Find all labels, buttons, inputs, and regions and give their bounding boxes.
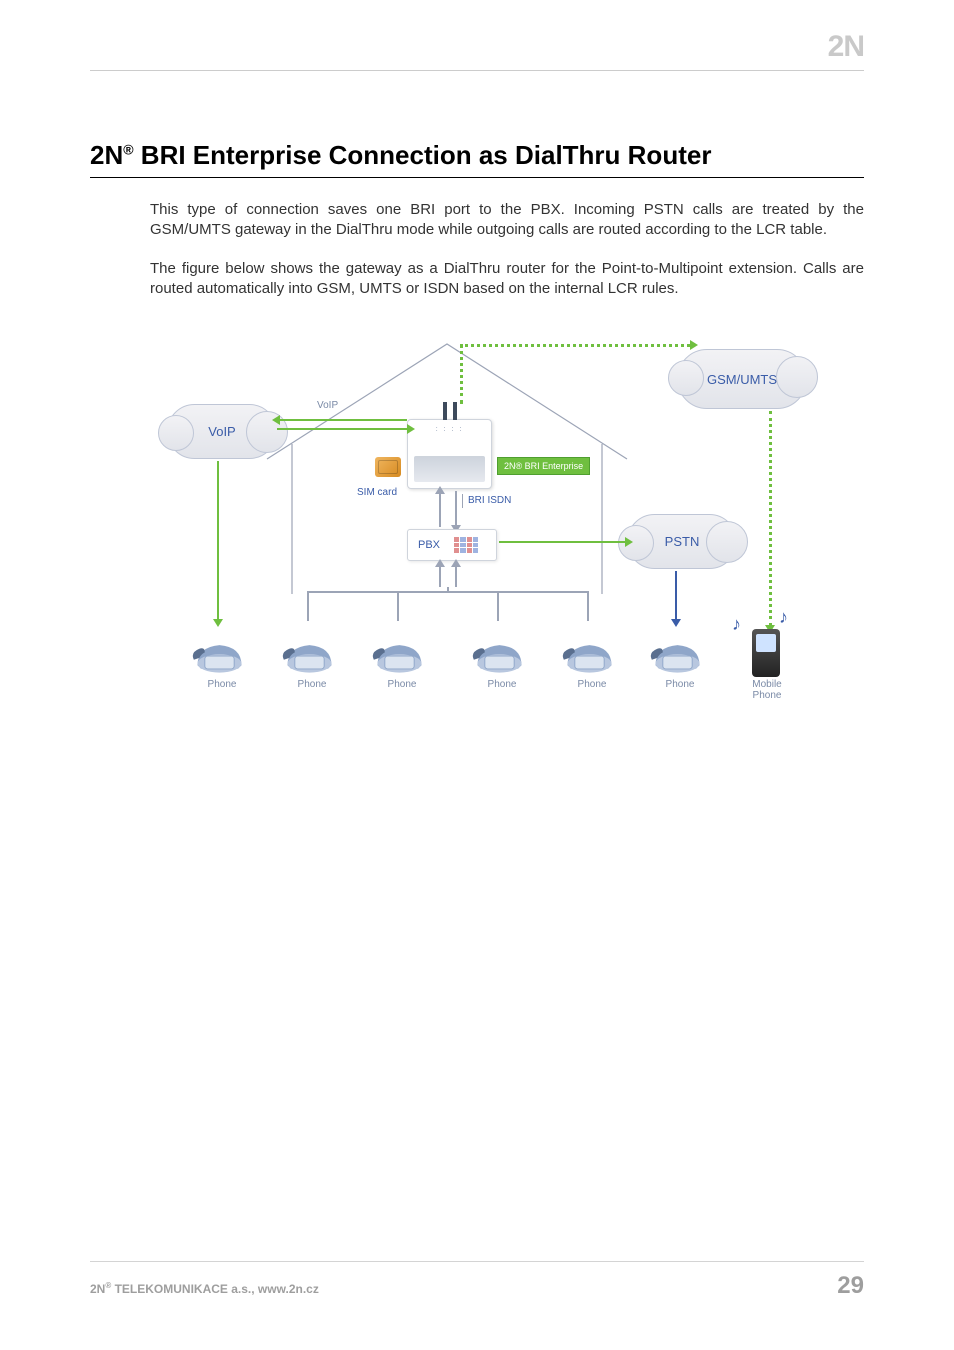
bri-isdn-label: BRI ISDN (462, 494, 511, 508)
pbx-label: PBX (418, 539, 440, 551)
gw-pbx-arrow-up (435, 486, 445, 494)
footer-brand: 2N (90, 1282, 105, 1296)
gateway-badge: 2N® BRI Enterprise (497, 457, 590, 475)
phone-pbx-4 (562, 624, 617, 679)
phone-pbx-4-label: Phone (562, 679, 622, 690)
phone-drop-3 (497, 591, 499, 621)
paragraph-2: The figure below shows the gateway as a … (150, 259, 864, 300)
voip-link-top (277, 419, 407, 421)
music-note-2: ♪ (779, 607, 788, 628)
cloud-gsm-umts: GSM/UMTS (677, 349, 807, 409)
cloud-pstn: PSTN (627, 514, 737, 569)
phone-pstn (650, 624, 705, 679)
brand-logo: 2N (828, 30, 864, 64)
sim-card-icon (375, 457, 401, 477)
footer-company: 2N® TELEKOMUNIKACE a.s., www.2n.cz (90, 1281, 319, 1296)
phone-bus-join (447, 587, 449, 591)
pbx-up-arrow-2 (451, 559, 461, 567)
music-note-1: ♪ (732, 614, 741, 635)
sim-label: SIM card (357, 487, 397, 498)
gateway-leds: : : : : (436, 426, 464, 433)
phone-drop-4 (587, 591, 589, 621)
mobile-phone-icon (752, 629, 780, 677)
gsm-uplink-arrow (690, 340, 698, 350)
phone-drop-2 (397, 591, 399, 621)
phone-bus (307, 591, 587, 593)
pbx-up-arrow (435, 559, 445, 567)
phone-pbx-3 (472, 624, 527, 679)
diagram: VoIP GSM/UMTS PSTN : : : : 2N® BRI Enter… (157, 329, 797, 749)
title-registered: ® (123, 141, 133, 157)
title-brand: 2N (90, 140, 123, 170)
phone-pbx-2-label: Phone (372, 679, 432, 690)
cloud-voip: VoIP (167, 404, 277, 459)
voip-arrow-right (407, 424, 415, 434)
title-rest: BRI Enterprise Connection as DialThru Ro… (134, 140, 712, 170)
gsm-uplink-vertical (460, 344, 463, 404)
gw-pbx-line-2 (455, 491, 457, 527)
pbx-device: PBX (407, 529, 497, 561)
phone-pbx-1-label: Phone (282, 679, 342, 690)
page-number: 29 (837, 1272, 864, 1300)
gateway-device: : : : : (407, 419, 492, 489)
pbx-ports-icon (454, 537, 478, 553)
voip-link-bottom (277, 428, 407, 430)
page-title: 2N® BRI Enterprise Connection as DialThr… (90, 140, 864, 178)
voip-link-label: VoIP (317, 400, 338, 411)
phone-pstn-label: Phone (650, 679, 710, 690)
phone-voip-label: Phone (192, 679, 252, 690)
pstn-link-arrow (625, 537, 633, 547)
voip-arrow-left (272, 415, 280, 425)
phone-drop-1 (307, 591, 309, 621)
mobile-phone-label: Mobile Phone (737, 679, 797, 701)
phone-pbx-1 (282, 624, 337, 679)
pstn-link (499, 541, 627, 543)
gw-pbx-line-1 (439, 491, 441, 527)
pstn-phone-link (675, 571, 677, 619)
phone-pbx-3-label: Phone (472, 679, 532, 690)
gsm-uplink-horizontal (460, 344, 690, 347)
phone-voip (192, 624, 247, 679)
footer-company-rest: TELEKOMUNIKACE a.s., www.2n.cz (111, 1282, 319, 1296)
phone-pbx-2 (372, 624, 427, 679)
paragraph-1: This type of connection saves one BRI po… (150, 200, 864, 241)
gateway-screen (414, 456, 485, 482)
page-footer: 2N® TELEKOMUNIKACE a.s., www.2n.cz 29 (90, 1261, 864, 1300)
header-rule (90, 70, 864, 71)
gsm-mobile-link (769, 411, 772, 626)
voip-phone-link (217, 461, 219, 621)
antenna-icon (441, 402, 459, 420)
